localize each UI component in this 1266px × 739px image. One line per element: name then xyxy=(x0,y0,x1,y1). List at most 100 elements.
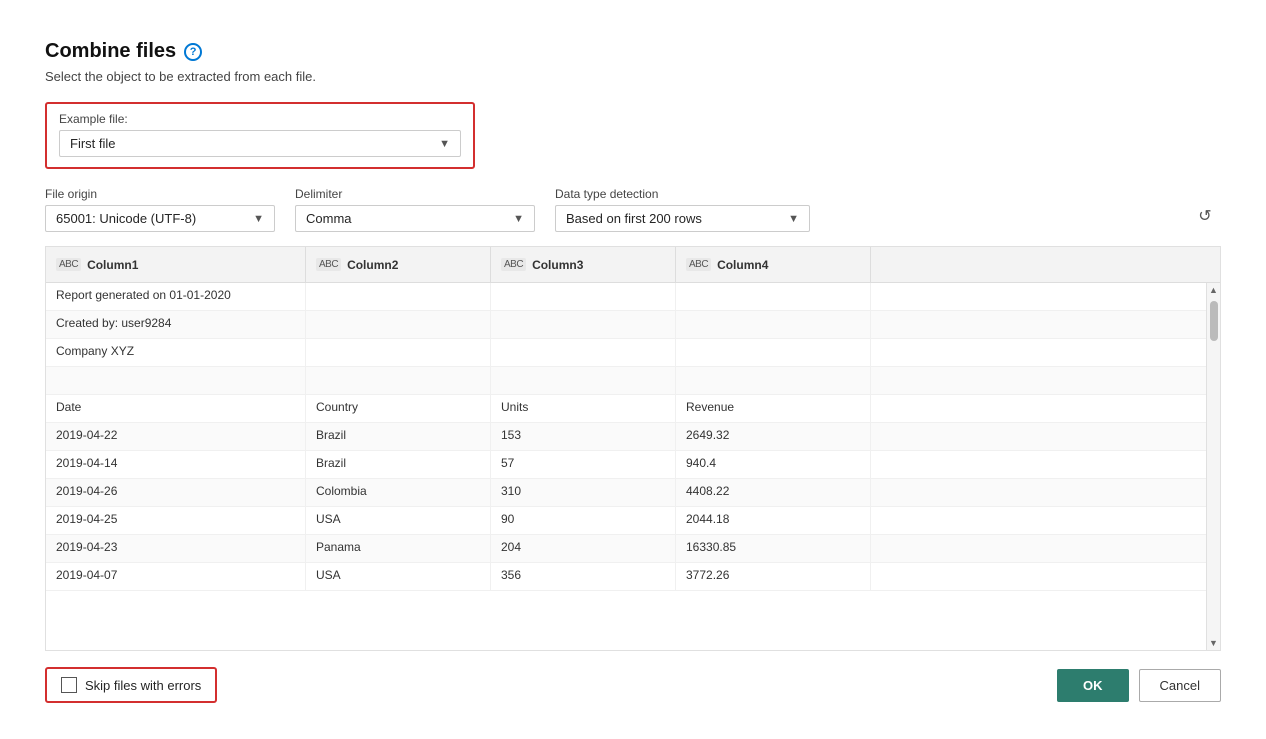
ok-button[interactable]: OK xyxy=(1057,669,1129,702)
table-row: 2019-04-07USA3563772.26 xyxy=(46,563,1220,591)
file-origin-label: File origin xyxy=(45,187,275,201)
table-cell xyxy=(491,339,676,366)
table-cell: 90 xyxy=(491,507,676,534)
dialog-title: Combine files xyxy=(45,40,176,63)
delimiter-label: Delimiter xyxy=(295,187,535,201)
delimiter-group: Delimiter Comma ▼ xyxy=(295,187,535,232)
delimiter-dropdown[interactable]: Comma ▼ xyxy=(295,205,535,232)
file-origin-value: 65001: Unicode (UTF-8) xyxy=(56,211,196,226)
datatype-value: Based on first 200 rows xyxy=(566,211,702,226)
table-cell: Revenue xyxy=(676,395,871,422)
table-cell: Colombia xyxy=(306,479,491,506)
table-cell xyxy=(306,311,491,338)
table-cell-empty xyxy=(871,563,1220,590)
table-row: Report generated on 01-01-2020 xyxy=(46,283,1220,311)
file-origin-dropdown[interactable]: 65001: Unicode (UTF-8) ▼ xyxy=(45,205,275,232)
table-cell xyxy=(491,311,676,338)
col2-type-icon: ABC xyxy=(316,258,341,271)
table-header: ABC Column1 ABC Column2 ABC Column3 ABC … xyxy=(46,247,1220,283)
table-cell: 2019-04-25 xyxy=(46,507,306,534)
table-cell: 2019-04-07 xyxy=(46,563,306,590)
col1-type-icon: ABC xyxy=(56,258,81,271)
table-cell-empty xyxy=(871,507,1220,534)
skip-files-section: Skip files with errors xyxy=(45,667,217,703)
table-row: Company XYZ xyxy=(46,339,1220,367)
table-row: 2019-04-25USA902044.18 xyxy=(46,507,1220,535)
table-cell: 57 xyxy=(491,451,676,478)
table-row: 2019-04-22Brazil1532649.32 xyxy=(46,423,1220,451)
table-cell xyxy=(46,367,306,394)
table-cell: Report generated on 01-01-2020 xyxy=(46,283,306,310)
table-cell: Created by: user9284 xyxy=(46,311,306,338)
table-cell: 153 xyxy=(491,423,676,450)
skip-files-checkbox[interactable] xyxy=(61,677,77,693)
table-cell-empty xyxy=(871,451,1220,478)
cancel-button[interactable]: Cancel xyxy=(1139,669,1221,702)
col1-name: Column1 xyxy=(87,258,138,272)
table-cell-empty xyxy=(871,367,1220,394)
delimiter-value: Comma xyxy=(306,211,352,226)
table-cell: Panama xyxy=(306,535,491,562)
table-row: 2019-04-23Panama20416330.85 xyxy=(46,535,1220,563)
col-header-3: ABC Column3 xyxy=(491,247,676,282)
combine-files-dialog: Combine files ? Select the object to be … xyxy=(13,12,1253,727)
col-header-empty xyxy=(871,247,1220,282)
datatype-label: Data type detection xyxy=(555,187,810,201)
scroll-thumb[interactable] xyxy=(1210,301,1218,341)
col3-name: Column3 xyxy=(532,258,583,272)
refresh-button[interactable]: ↺ xyxy=(1189,200,1221,232)
scroll-up-button[interactable]: ▲ xyxy=(1207,283,1221,297)
table-cell: Units xyxy=(491,395,676,422)
table-row xyxy=(46,367,1220,395)
table-cell: 2044.18 xyxy=(676,507,871,534)
table-cell: Brazil xyxy=(306,451,491,478)
table-cell-empty xyxy=(871,311,1220,338)
buttons-row: OK Cancel xyxy=(1057,669,1221,702)
scroll-down-button[interactable]: ▼ xyxy=(1207,636,1221,650)
table-cell xyxy=(676,367,871,394)
datatype-group: Data type detection Based on first 200 r… xyxy=(555,187,810,232)
table-cell xyxy=(676,311,871,338)
col-header-4: ABC Column4 xyxy=(676,247,871,282)
delimiter-arrow-icon: ▼ xyxy=(513,213,524,225)
bottom-row: Skip files with errors OK Cancel xyxy=(45,667,1221,703)
table-cell-empty xyxy=(871,395,1220,422)
scrollbar[interactable]: ▲ ▼ xyxy=(1206,283,1220,650)
col2-name: Column2 xyxy=(347,258,398,272)
table-cell xyxy=(676,339,871,366)
col4-type-icon: ABC xyxy=(686,258,711,271)
table-cell: 16330.85 xyxy=(676,535,871,562)
table-cell: USA xyxy=(306,563,491,590)
example-file-label: Example file: xyxy=(59,112,461,126)
table-cell: 940.4 xyxy=(676,451,871,478)
table-cell-empty xyxy=(871,423,1220,450)
table-cell: 2649.32 xyxy=(676,423,871,450)
data-table: ABC Column1 ABC Column2 ABC Column3 ABC … xyxy=(45,246,1221,651)
table-cell: 204 xyxy=(491,535,676,562)
example-file-arrow-icon: ▼ xyxy=(439,138,450,150)
table-cell-empty xyxy=(871,339,1220,366)
table-cell: Brazil xyxy=(306,423,491,450)
datatype-arrow-icon: ▼ xyxy=(788,213,799,225)
table-cell xyxy=(306,339,491,366)
table-cell xyxy=(306,367,491,394)
datatype-dropdown[interactable]: Based on first 200 rows ▼ xyxy=(555,205,810,232)
example-file-dropdown[interactable]: First file ▼ xyxy=(59,130,461,157)
col4-name: Column4 xyxy=(717,258,768,272)
controls-row: File origin 65001: Unicode (UTF-8) ▼ Del… xyxy=(45,187,1221,232)
table-cell: 4408.22 xyxy=(676,479,871,506)
table-cell xyxy=(306,283,491,310)
table-cell-empty xyxy=(871,535,1220,562)
table-body: Report generated on 01-01-2020Created by… xyxy=(46,283,1220,650)
table-cell xyxy=(676,283,871,310)
table-row: DateCountryUnitsRevenue xyxy=(46,395,1220,423)
col-header-2: ABC Column2 xyxy=(306,247,491,282)
table-cell: 3772.26 xyxy=(676,563,871,590)
help-icon[interactable]: ? xyxy=(184,43,202,61)
table-cell: 2019-04-23 xyxy=(46,535,306,562)
table-cell: Company XYZ xyxy=(46,339,306,366)
dialog-subtitle: Select the object to be extracted from e… xyxy=(45,69,1221,84)
file-origin-group: File origin 65001: Unicode (UTF-8) ▼ xyxy=(45,187,275,232)
example-file-value: First file xyxy=(70,136,116,151)
table-row: Created by: user9284 xyxy=(46,311,1220,339)
